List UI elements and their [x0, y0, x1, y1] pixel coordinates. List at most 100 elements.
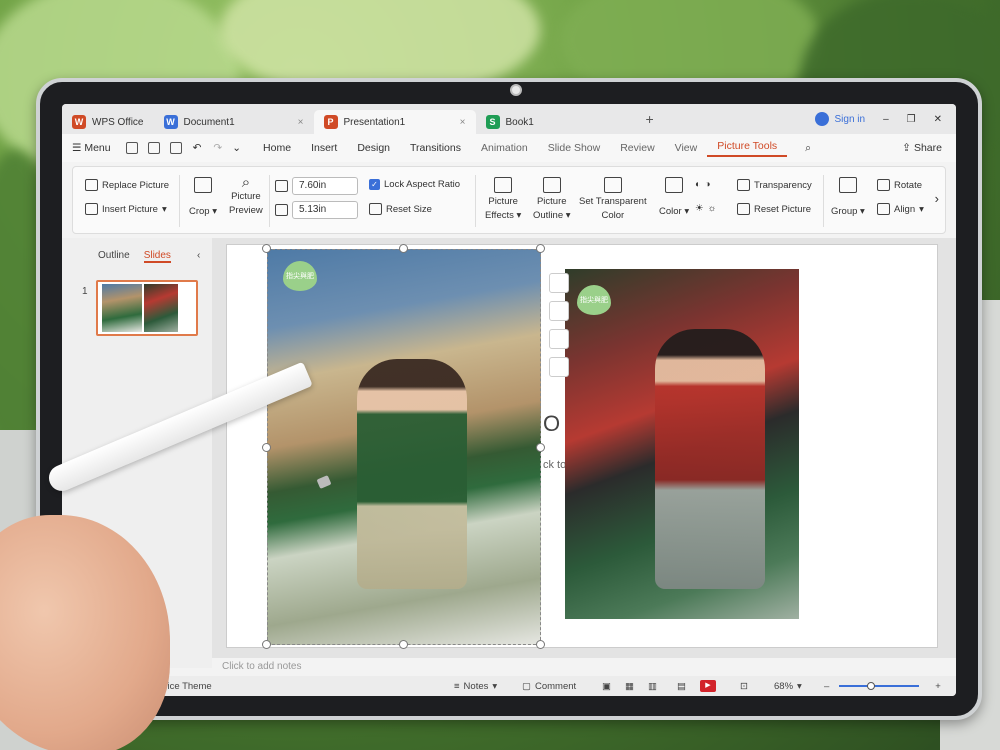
play-slideshow-icon[interactable]: ▶: [699, 680, 716, 692]
normal-view-icon[interactable]: ▣: [602, 681, 611, 692]
resize-handle[interactable]: [262, 640, 271, 649]
restore-icon[interactable]: ❐: [907, 114, 916, 125]
menu-picture-tools[interactable]: Picture Tools: [707, 140, 788, 157]
search-icon[interactable]: ⌕: [805, 142, 811, 155]
resize-handle[interactable]: [536, 244, 545, 253]
contrast-icon: ◐: [695, 179, 701, 190]
rotate-button[interactable]: Rotate: [877, 179, 922, 191]
view-mode-buttons[interactable]: ▣ ▦ ▥ ▤ ▶ ⊡: [602, 680, 748, 692]
lock-aspect-ratio-checkbox[interactable]: ✓ Lock Aspect Ratio: [369, 179, 460, 190]
width-field[interactable]: 7.60in: [275, 177, 358, 195]
zoom-out-icon[interactable]: –: [824, 681, 829, 692]
slide-subtitle-placeholder[interactable]: ck to: [543, 459, 566, 471]
reset-size-button[interactable]: Reset Size: [369, 203, 432, 215]
presenter-icon[interactable]: ▤: [677, 681, 686, 692]
replace-picture-button[interactable]: Replace Picture: [85, 179, 169, 191]
slide-sorter-icon[interactable]: ▦: [625, 681, 634, 692]
chevron-right-icon[interactable]: ›: [935, 191, 939, 206]
align-button[interactable]: Align ▾: [877, 203, 924, 215]
picture-preview-label-2: Preview: [229, 205, 263, 216]
color-button[interactable]: Color ▾: [659, 177, 689, 217]
transparency-button[interactable]: Transparency: [737, 179, 812, 191]
menu-design[interactable]: Design: [347, 142, 400, 154]
tab-slides[interactable]: Slides: [143, 250, 171, 263]
resize-handle[interactable]: [536, 443, 545, 452]
tab-book1[interactable]: S Book1: [476, 110, 636, 134]
menu-insert[interactable]: Insert: [301, 142, 347, 154]
close-window-icon[interactable]: ✕: [934, 114, 942, 125]
notes-button[interactable]: ≡ Notes ▾: [454, 681, 497, 692]
fit-icon[interactable]: ⊡: [740, 681, 748, 692]
menu-animation[interactable]: Animation: [471, 142, 538, 154]
crop-icon[interactable]: [549, 301, 569, 321]
print-icon[interactable]: [169, 142, 182, 154]
chevron-down-icon: ▾: [161, 203, 167, 215]
group-button[interactable]: Group ▾: [831, 177, 865, 217]
picture-effects-button[interactable]: Picture Effects ▾: [485, 177, 521, 221]
chevron-left-icon[interactable]: ‹: [197, 250, 200, 263]
layers-icon[interactable]: [549, 273, 569, 293]
height-field[interactable]: 5.13in: [275, 201, 358, 219]
save-icon[interactable]: [147, 142, 160, 154]
resize-handle[interactable]: [399, 244, 408, 253]
menu-view[interactable]: View: [665, 142, 708, 154]
picture-2[interactable]: 指尖與肥: [565, 269, 799, 619]
new-tab-plus-icon[interactable]: +: [646, 111, 654, 127]
redo-icon[interactable]: ↷: [213, 142, 222, 154]
close-icon[interactable]: ×: [460, 117, 466, 128]
crop-button[interactable]: Crop ▾: [189, 177, 217, 217]
close-icon[interactable]: ×: [298, 117, 304, 128]
zoom-thumb[interactable]: [867, 682, 876, 690]
reading-view-icon[interactable]: ▥: [648, 681, 657, 692]
menu-review[interactable]: Review: [610, 142, 664, 154]
share-button[interactable]: ⇪ Share: [902, 142, 942, 154]
folder-icon[interactable]: [125, 142, 138, 154]
color-label: Color: [659, 206, 682, 217]
zoom-in-icon[interactable]: +: [935, 681, 941, 692]
slide[interactable]: O ck to 指尖與肥 指尖與肥: [226, 244, 938, 649]
picture-outline-button[interactable]: Picture Outline ▾: [533, 177, 571, 221]
undo-icon[interactable]: ↶: [193, 142, 202, 154]
picture-tools-ribbon: Replace Picture Insert Picture ▾ Crop ▾ …: [72, 166, 946, 234]
divider: [179, 175, 180, 227]
reset-picture-button[interactable]: Reset Picture: [737, 203, 811, 215]
zoom-icon[interactable]: [549, 329, 569, 349]
tab-outline[interactable]: Outline: [98, 250, 130, 263]
zoom-level[interactable]: 68% ▾: [774, 681, 802, 692]
picture-preview-button[interactable]: ⌕ Picture Preview: [229, 175, 263, 216]
set-transparent-color-button[interactable]: Set Transparent Color: [579, 177, 647, 221]
zoom-slider[interactable]: – +: [824, 681, 941, 692]
fill-icon[interactable]: [549, 357, 569, 377]
height-icon: [275, 204, 288, 216]
resize-handle[interactable]: [399, 640, 408, 649]
menu-home[interactable]: Home: [253, 142, 301, 154]
slide-thumbnail[interactable]: [96, 280, 198, 336]
resize-handle[interactable]: [262, 443, 271, 452]
brightness-icons[interactable]: ☀ ☼: [695, 203, 716, 214]
menu-button[interactable]: ☰ Menu: [62, 142, 121, 154]
tab-document1[interactable]: W Document1 ×: [154, 110, 314, 134]
chevron-down-icon[interactable]: ⌄: [232, 142, 241, 154]
divider: [475, 175, 476, 227]
menu-slide-show[interactable]: Slide Show: [538, 142, 611, 154]
picture-outline-label-1: Picture: [536, 196, 567, 207]
minimize-icon[interactable]: –: [883, 114, 889, 125]
slide-title-placeholder[interactable]: O: [543, 411, 560, 437]
notes-area[interactable]: Click to add notes: [212, 658, 956, 676]
tab-label: Presentation1: [343, 116, 406, 128]
menu-transitions[interactable]: Transitions: [400, 142, 471, 154]
insert-picture-button[interactable]: Insert Picture ▾: [85, 203, 167, 215]
width-input[interactable]: 7.60in: [292, 177, 358, 195]
height-input[interactable]: 5.13in: [292, 201, 358, 219]
camera-icon: [510, 84, 522, 96]
rotate-adjust-icons[interactable]: ◐ ◑: [695, 179, 711, 190]
zoom-track[interactable]: [839, 682, 920, 690]
tab-label: Book1: [505, 116, 534, 128]
sign-in-button[interactable]: Sign in: [814, 112, 865, 126]
resize-handle[interactable]: [262, 244, 271, 253]
notes-icon: ≡: [454, 680, 460, 692]
resize-handle[interactable]: [536, 640, 545, 649]
tab-wps-office[interactable]: W WPS Office: [62, 110, 154, 134]
tab-presentation1[interactable]: P Presentation1 ×: [313, 110, 476, 134]
comment-button[interactable]: ▢ Comment: [522, 681, 576, 692]
